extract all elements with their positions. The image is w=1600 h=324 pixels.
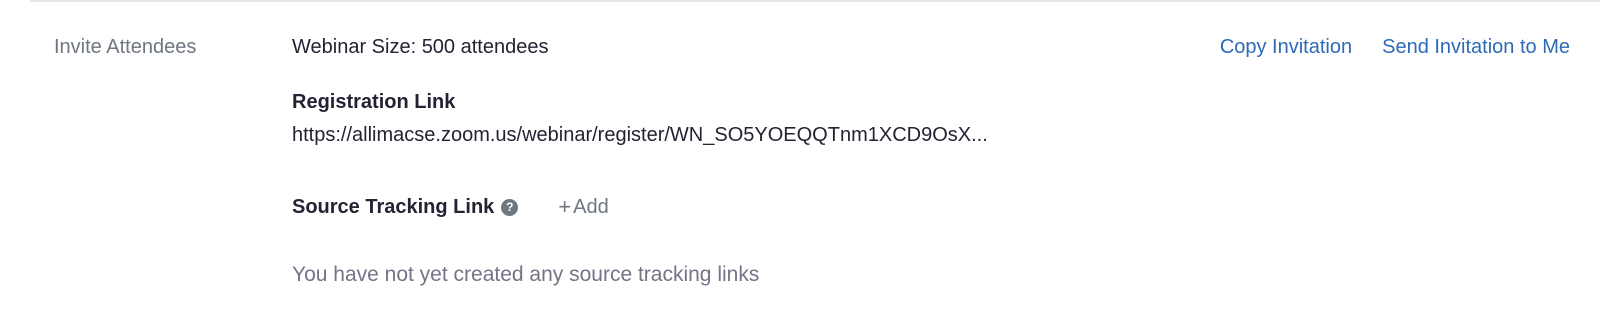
add-label: Add	[573, 196, 609, 218]
send-invitation-link[interactable]: Send Invitation to Me	[1382, 34, 1570, 60]
section-label: Invite Attendees	[54, 36, 197, 58]
help-icon[interactable]: ?	[501, 198, 519, 216]
source-tracking-row: Source Tracking Link ? + Add	[292, 194, 609, 220]
invitation-actions: Copy Invitation Send Invitation to Me	[1220, 34, 1570, 60]
registration-link-url: https://allimacse.zoom.us/webinar/regist…	[292, 124, 988, 146]
source-tracking-title: Source Tracking Link	[292, 196, 495, 218]
registration-link-title: Registration Link	[292, 91, 456, 113]
add-source-tracking-button[interactable]: + Add	[558, 194, 608, 220]
copy-invitation-link[interactable]: Copy Invitation	[1220, 34, 1352, 60]
plus-icon: +	[558, 194, 572, 219]
webinar-size-text: Webinar Size: 500 attendees	[292, 36, 549, 58]
empty-state-message: You have not yet created any source trac…	[292, 263, 760, 286]
section-divider	[30, 0, 1600, 2]
